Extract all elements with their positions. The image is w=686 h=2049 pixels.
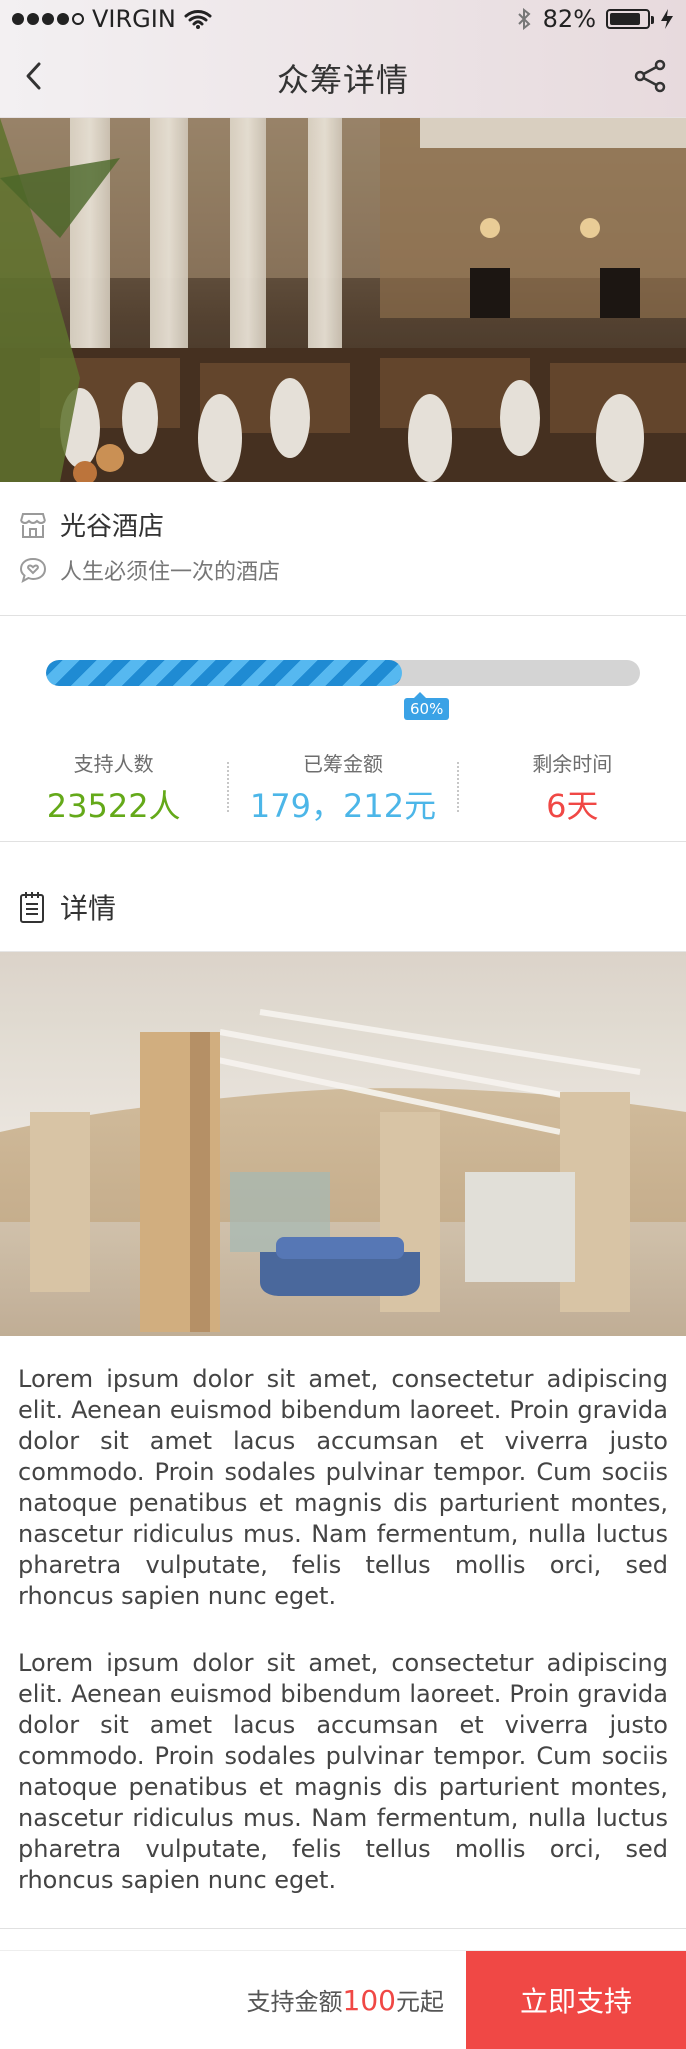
details-paragraph-2: Lorem ipsum dolor sit amet, consectetur … bbox=[18, 1649, 668, 1894]
status-bar: VIRGIN 82% bbox=[0, 0, 686, 38]
carrier-name: VIRGIN bbox=[92, 5, 176, 33]
signal-icon bbox=[12, 13, 84, 25]
progress-track bbox=[46, 660, 640, 686]
hotel-name-row: 光谷酒店 bbox=[18, 506, 164, 543]
document-icon bbox=[18, 890, 46, 924]
details-header: 详情 bbox=[0, 862, 686, 952]
hotel-slogan: 人生必须住一次的酒店 bbox=[60, 560, 281, 585]
signal-dot bbox=[57, 13, 69, 25]
status-left: VIRGIN bbox=[12, 5, 212, 33]
support-suffix: 元起 bbox=[396, 1988, 444, 2016]
details-paragraph-1: Lorem ipsum dolor sit amet, consectetur … bbox=[18, 1365, 668, 1610]
footer-divider bbox=[0, 1928, 686, 1929]
remaining-stat: 剩余时间 6天 bbox=[459, 748, 686, 827]
supporters-value: 23522人 bbox=[46, 786, 181, 825]
raised-label: 已筹金额 bbox=[302, 751, 383, 776]
support-prefix: 支持金额 bbox=[246, 1988, 343, 2016]
hero-image bbox=[0, 118, 686, 482]
detail-image bbox=[0, 952, 686, 1336]
progress-section: 60% 支持人数 23522人 已筹金额 179，212元 剩余时间 6天 bbox=[0, 616, 686, 842]
battery-percent: 82% bbox=[542, 5, 596, 33]
page-title: 众筹详情 bbox=[276, 60, 409, 99]
signal-dot bbox=[12, 13, 24, 25]
details-title: 详情 bbox=[60, 891, 117, 925]
charging-icon bbox=[660, 8, 674, 30]
hotel-slogan-row: 人生必须住一次的酒店 bbox=[18, 554, 280, 586]
heart-chat-icon bbox=[18, 556, 48, 584]
battery-level bbox=[610, 13, 640, 25]
raised-stat: 已筹金额 179，212元 bbox=[229, 748, 456, 827]
stats-row: 支持人数 23522人 已筹金额 179，212元 剩余时间 6天 bbox=[0, 742, 686, 832]
back-button[interactable] bbox=[14, 56, 54, 96]
remaining-label: 剩余时间 bbox=[532, 751, 613, 776]
share-button[interactable] bbox=[628, 54, 672, 98]
raised-value: 179，212元 bbox=[249, 786, 437, 825]
nav-bar: 众筹详情 bbox=[0, 38, 686, 118]
bottom-bar: 支持金额100元起 立即支持 bbox=[0, 1950, 686, 2049]
supporters-stat: 支持人数 23522人 bbox=[0, 748, 227, 827]
store-icon bbox=[18, 511, 48, 539]
hotel-name: 光谷酒店 bbox=[60, 512, 165, 542]
wifi-icon bbox=[184, 9, 212, 29]
status-right: 82% bbox=[517, 5, 674, 33]
support-amount: 支持金额100元起 bbox=[0, 1982, 466, 2017]
progress-fill bbox=[46, 660, 403, 686]
signal-dot-empty bbox=[72, 13, 84, 25]
remaining-value: 6天 bbox=[546, 786, 599, 825]
support-now-button[interactable]: 立即支持 bbox=[466, 1950, 686, 2049]
bluetooth-icon bbox=[517, 8, 533, 30]
supporters-label: 支持人数 bbox=[73, 751, 154, 776]
signal-dot bbox=[27, 13, 39, 25]
signal-dot bbox=[42, 13, 54, 25]
chevron-left-icon bbox=[23, 61, 45, 91]
support-amount-value: 100 bbox=[342, 1984, 396, 2017]
share-icon bbox=[632, 58, 668, 94]
battery-icon bbox=[606, 9, 654, 29]
hotel-info: 光谷酒店 人生必须住一次的酒店 bbox=[0, 482, 686, 616]
progress-badge: 60% bbox=[404, 692, 450, 720]
